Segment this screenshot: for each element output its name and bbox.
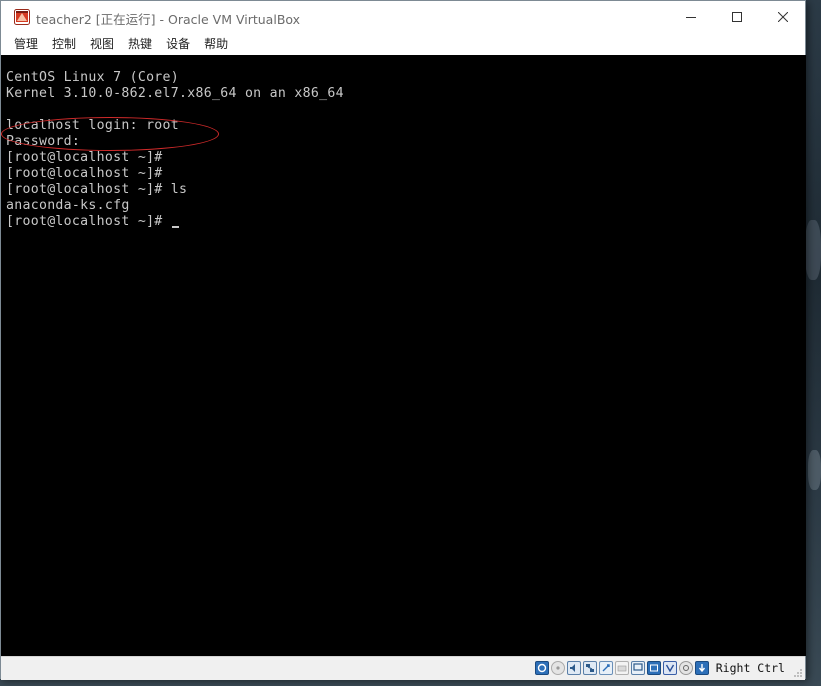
console-line: Kernel 3.10.0-862.el7.x86_64 on an x86_6… [6, 86, 344, 101]
video-capture-icon[interactable] [647, 661, 661, 675]
menu-hotkeys[interactable]: 热键 [121, 33, 159, 55]
console-line: CentOS Linux 7 (Core) [6, 70, 180, 85]
virtualization-icon[interactable] [663, 661, 677, 675]
menu-view[interactable]: 视图 [83, 33, 121, 55]
virtualbox-app-icon [14, 9, 30, 25]
optical-disk-icon[interactable] [551, 661, 565, 675]
mouse-integration-icon[interactable] [695, 661, 709, 675]
title-bar[interactable]: teacher2 [正在运行] - Oracle VM VirtualBox [1, 1, 805, 33]
audio-icon[interactable] [567, 661, 581, 675]
window-title: teacher2 [正在运行] - Oracle VM VirtualBox [36, 12, 301, 27]
console-prompt-line: [root@localhost ~]# [6, 214, 344, 230]
minimize-icon [686, 17, 696, 18]
shared-folder-icon[interactable] [615, 661, 629, 675]
maximize-icon [732, 12, 742, 22]
console-line: [root@localhost ~]# [6, 166, 163, 181]
resize-grip-icon[interactable] [793, 668, 803, 678]
menu-manage[interactable]: 管理 [1, 33, 45, 55]
menu-bar: 管理 控制 视图 热键 设备 帮助 [1, 33, 805, 55]
cpu-icon[interactable] [679, 661, 693, 675]
network-icon[interactable] [583, 661, 597, 675]
vm-console-screen[interactable]: CentOS Linux 7 (Core) Kernel 3.10.0-862.… [1, 55, 806, 656]
maximize-button[interactable] [714, 1, 760, 33]
minimize-button[interactable] [668, 1, 714, 33]
text-cursor [171, 226, 179, 228]
console-line: [root@localhost ~]# [6, 150, 163, 165]
harddisk-icon[interactable] [535, 661, 549, 675]
console-output: CentOS Linux 7 (Core) Kernel 3.10.0-862.… [6, 70, 344, 230]
close-button[interactable] [760, 1, 806, 33]
usb-icon[interactable] [599, 661, 613, 675]
red-ellipse-annotation [1, 117, 219, 151]
console-line: anaconda-ks.cfg [6, 198, 130, 213]
close-icon [778, 12, 788, 22]
virtualbox-window[interactable]: teacher2 [正在运行] - Oracle VM VirtualBox 管… [0, 0, 806, 680]
menu-control[interactable]: 控制 [45, 33, 83, 55]
host-key-label[interactable]: Right Ctrl [716, 661, 785, 675]
menu-help[interactable]: 帮助 [197, 33, 235, 55]
menu-devices[interactable]: 设备 [159, 33, 197, 55]
console-line: [root@localhost ~]# ls [6, 182, 188, 197]
status-bar: Right Ctrl [1, 656, 805, 680]
display-icon[interactable] [631, 661, 645, 675]
device-status-icons [535, 660, 709, 676]
console-prompt: [root@localhost ~]# [6, 214, 171, 229]
